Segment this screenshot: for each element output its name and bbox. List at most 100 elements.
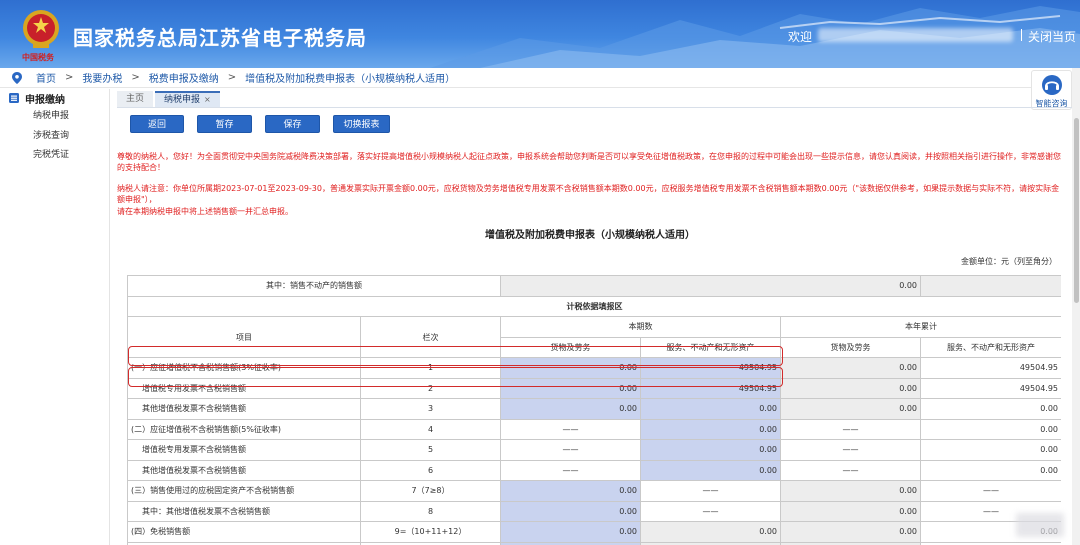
section-title: 计税依据填报区 xyxy=(127,295,1061,317)
headset-icon xyxy=(1041,75,1062,95)
tab-divider xyxy=(117,107,1072,108)
row-col-number: 5 xyxy=(360,439,501,461)
header-goods-ytd: 货物及劳务 xyxy=(779,336,922,358)
location-pin-icon xyxy=(12,71,22,84)
amount-cell[interactable]: 0.00 xyxy=(500,377,641,399)
amount-unit-label: 金额单位：元（列至角分） xyxy=(961,257,1057,266)
not-applicable-cell: —— xyxy=(779,418,922,440)
table-row: (二）应征增值税不含税销售额(5%征收率) 4 —— 0.00 —— 0.00 xyxy=(127,418,1061,440)
tab-home[interactable]: 主页 xyxy=(117,91,154,107)
amount-cell[interactable]: 0.00 xyxy=(779,398,922,420)
not-applicable-cell: —— xyxy=(500,459,641,481)
sidebar-item-tax-query[interactable]: 涉税查询 xyxy=(0,127,109,147)
amount-cell[interactable]: 0.00 xyxy=(500,500,641,522)
table-row: 其中：销售不动产的销售额 0.00 xyxy=(127,275,1061,297)
save-button[interactable]: 保存 xyxy=(265,115,320,133)
amount-cell[interactable]: 0.00 xyxy=(779,480,922,502)
table-row: (四）免税销售额9=（10+11+12）0.000.000.000.00 xyxy=(127,521,1061,543)
table-row: (一）应征增值税不含税销售额(3%征收率) 1 0.00 49504.95 0.00 49… xyxy=(127,357,1061,379)
sidebar: 申报缴纳 纳税申报 涉税查询 完税凭证 xyxy=(0,89,110,545)
not-applicable-cell: —— xyxy=(640,480,781,502)
amount-cell[interactable]: 49504.95 xyxy=(640,357,781,379)
header-current: 本期数 xyxy=(500,316,781,338)
tab-bar: 主页 纳税申报 × xyxy=(117,91,222,107)
row-col-number: 8 xyxy=(360,500,501,522)
row-item-label: (三）销售使用过的应税固定资产不含税销售额 xyxy=(127,480,361,502)
back-button[interactable]: 返回 xyxy=(130,115,184,133)
row-col-number: 1 xyxy=(360,357,501,379)
breadcrumb-separator: > xyxy=(227,72,237,83)
watermark-blur xyxy=(1016,513,1064,537)
row-item-label: 其他增值税发票不含税销售额 xyxy=(127,398,361,420)
tab-label: 纳税申报 xyxy=(164,95,201,105)
row-col-number: 7（7≥8） xyxy=(360,480,501,502)
temp-save-button[interactable]: 暂存 xyxy=(197,115,252,133)
amount-cell[interactable]: 0.00 xyxy=(920,459,1061,481)
amount-cell[interactable]: 0.00 xyxy=(920,418,1061,440)
row-col-number: 6 xyxy=(360,459,501,481)
breadcrumb-tax-service[interactable]: 我要办税 xyxy=(82,70,122,85)
amount-cell[interactable]: 0.00 xyxy=(640,521,781,543)
amount-cell[interactable]: 0.00 xyxy=(640,418,781,440)
amount-cell[interactable]: 49504.95 xyxy=(920,357,1061,379)
amount-cell[interactable]: 0.00 xyxy=(500,480,641,502)
close-page-link[interactable]: 关闭当页 xyxy=(1028,28,1076,45)
amount-cell[interactable]: 0.00 xyxy=(779,357,922,379)
amount-cell[interactable]: 0.00 xyxy=(500,398,641,420)
policy-notice: 尊敬的纳税人，您好！为全面贯彻党中央国务院减税降费决策部署，落实好提高增值税小规… xyxy=(117,152,1061,172)
amount-cell[interactable]: 0.00 xyxy=(640,439,781,461)
summary-notice: 请在本期纳税申报中将上述销售额一并汇总申报。 xyxy=(117,207,293,216)
amount-cell[interactable]: 0.00 xyxy=(500,357,641,379)
form-title: 增值税及附加税费申报表（小规模纳税人适用） xyxy=(485,230,695,241)
sidebar-header[interactable]: 申报缴纳 xyxy=(9,89,109,107)
not-applicable-cell: —— xyxy=(500,418,641,440)
amount-cell[interactable]: 0.00 xyxy=(640,459,781,481)
site-header: 中国税务 国家税务总局江苏省电子税务局 欢迎 关闭当页 xyxy=(0,0,1080,68)
declaration-table: 其中：销售不动产的销售额 0.00 计税依据填报区 项目 栏次 本期数 本年累计… xyxy=(127,275,1061,545)
row-item-label: 其中：其他增值税发票不含税销售额 xyxy=(127,500,361,522)
not-applicable-cell: —— xyxy=(640,500,781,522)
smart-consult-button[interactable]: 智能咨询 xyxy=(1031,70,1072,110)
row-item-label: 增值税专用发票不含税销售额 xyxy=(127,439,361,461)
amount-cell[interactable]: 0.00 xyxy=(920,439,1061,461)
amount-cell[interactable]: 0.00 xyxy=(779,500,922,522)
amount-cell[interactable]: 49504.95 xyxy=(640,377,781,399)
breadcrumb: 首页 > 我要办税 > 税费申报及缴纳 > 增值税及附加税费申报表（小规模纳税人… xyxy=(0,68,1080,88)
tax-emblem-icon xyxy=(23,10,59,48)
scrollbar-thumb[interactable] xyxy=(1074,118,1079,303)
amount-cell[interactable]: 0.00 xyxy=(500,521,641,543)
welcome-text: 欢迎 xyxy=(788,30,813,44)
not-applicable-cell: —— xyxy=(779,459,922,481)
row-col-number: 4 xyxy=(360,418,501,440)
header-separator xyxy=(1021,29,1022,41)
amount-cell[interactable]: 49504.95 xyxy=(920,377,1061,399)
not-applicable-cell: —— xyxy=(779,439,922,461)
breadcrumb-separator: > xyxy=(65,72,74,83)
breadcrumb-current[interactable]: 增值税及附加税费申报表（小规模纳税人适用） xyxy=(245,70,455,85)
breadcrumb-declare-pay[interactable]: 税费申报及缴纳 xyxy=(149,70,219,85)
amount-cell[interactable]: 0.00 xyxy=(779,521,922,543)
not-applicable-cell: —— xyxy=(500,439,641,461)
top-row-value[interactable]: 0.00 xyxy=(499,275,922,297)
table-header-row: 项目 栏次 本期数 本年累计 xyxy=(127,316,1061,358)
tab-close-icon[interactable]: × xyxy=(204,95,211,104)
amount-cell[interactable]: 0.00 xyxy=(779,377,922,399)
not-applicable-cell: —— xyxy=(920,480,1061,502)
breadcrumb-separator: > xyxy=(131,72,140,83)
amount-cell[interactable]: 0.00 xyxy=(640,398,781,420)
sidebar-item-tax-certificate[interactable]: 完税凭证 xyxy=(0,146,109,166)
sidebar-item-tax-declaration[interactable]: 纳税申报 xyxy=(0,107,109,127)
switch-report-button[interactable]: 切换报表 xyxy=(333,115,390,133)
breadcrumb-home[interactable]: 首页 xyxy=(36,70,56,85)
invoice-notice: 纳税人请注意：你单位所属期2023-07-01至2023-09-30，普通发票实… xyxy=(117,184,1060,204)
table-row: 增值税专用发票不含税销售额 2 0.00 49504.95 0.00 49504.95 xyxy=(127,377,1061,399)
table-row: 其他增值税发票不含税销售额 3 0.00 0.00 0.00 0.00 xyxy=(127,398,1061,420)
row-item-label: 其他增值税发票不含税销售额 xyxy=(127,459,361,481)
amount-cell[interactable]: 0.00 xyxy=(920,398,1061,420)
tab-tax-declaration[interactable]: 纳税申报 × xyxy=(155,91,220,107)
table-row: 计税依据填报区 xyxy=(127,295,1061,317)
seal-text: 中国税务 xyxy=(22,52,54,62)
top-row-label: 其中：销售不动产的销售额 xyxy=(127,275,501,297)
header-services-ytd: 服务、不动产和无形资产 xyxy=(920,336,1061,358)
sidebar-header-label: 申报缴纳 xyxy=(25,94,65,106)
